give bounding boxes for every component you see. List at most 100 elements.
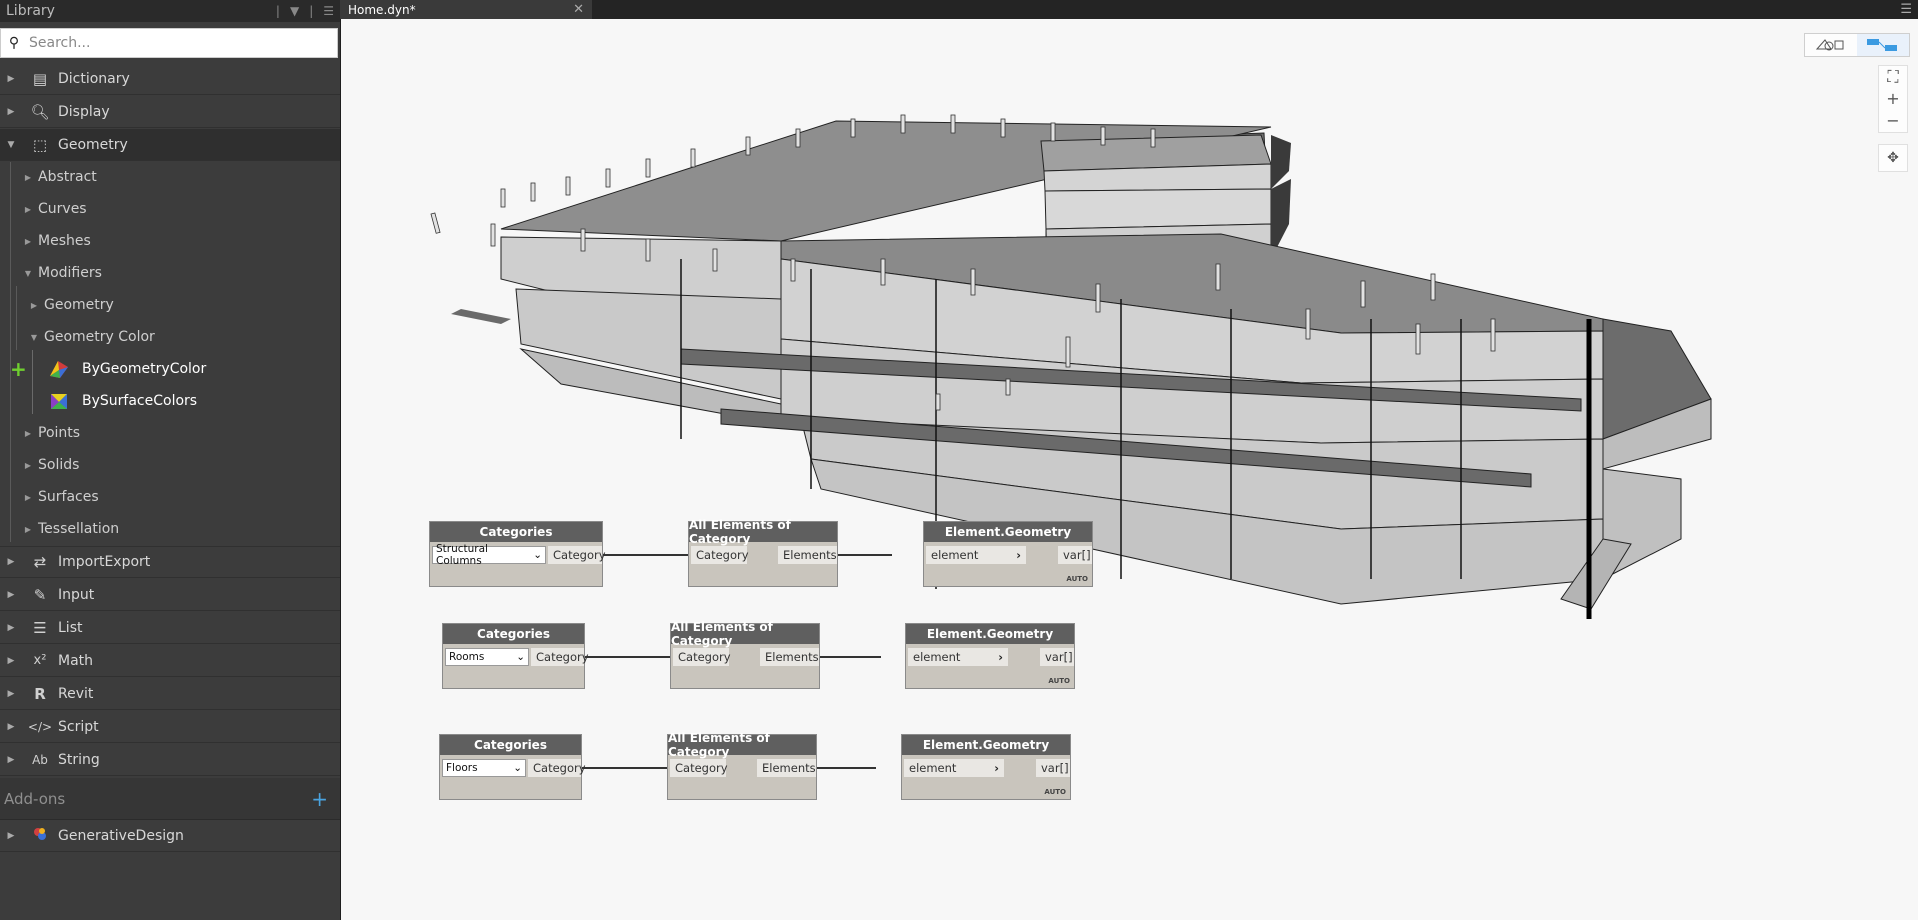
chevron-right-icon: › — [998, 650, 1003, 664]
output-port[interactable]: var[] — [1036, 759, 1070, 777]
workspace-canvas[interactable]: ⛶ + − ✥ Categories Structural Columns ⌄ … — [341, 19, 1918, 920]
expand-arrow-icon: ▶ — [7, 557, 15, 567]
generative-design-icon — [22, 826, 58, 846]
library-item-label: Script — [58, 718, 99, 735]
output-port[interactable]: Elements — [757, 759, 816, 777]
expand-arrow-icon: ▶ — [7, 688, 15, 699]
library-item-dictionary[interactable]: ▶ ▤ Dictionary — [0, 63, 340, 95]
input-port[interactable]: element › — [926, 546, 1026, 564]
add-node-icon[interactable]: + — [10, 357, 27, 381]
library-subitem-geometry-color[interactable]: ▼ Geometry Color — [0, 321, 340, 353]
input-port[interactable]: Category — [673, 648, 731, 666]
port-label: var[] — [1041, 761, 1069, 775]
pan-icon[interactable]: ✥ — [1878, 144, 1908, 172]
script-icon: </> — [27, 719, 53, 734]
expand-arrow-icon: ▶ — [30, 300, 38, 310]
node-title: Categories — [430, 522, 602, 542]
library-item-revit[interactable]: ▶ R Revit — [0, 678, 340, 710]
library-subitem-meshes[interactable]: ▶ Meshes — [0, 225, 340, 257]
port-label: Elements — [762, 761, 816, 775]
output-port[interactable]: Category — [528, 759, 586, 777]
node-all-elements-of-category[interactable]: All Elements of Category Category Elemen… — [670, 620, 820, 689]
output-port[interactable]: Elements — [760, 648, 819, 666]
node-element-geometry[interactable]: Element.Geometry element › var[] AUTO — [901, 734, 1071, 800]
library-subitem-curves[interactable]: ▶ Curves — [0, 193, 340, 225]
node-title: All Elements of Category — [668, 731, 816, 759]
library-node-label: ByGeometryColor — [82, 361, 207, 377]
zoom-out-icon[interactable]: − — [1886, 110, 1899, 132]
input-port[interactable]: element › — [908, 648, 1008, 666]
category-dropdown[interactable]: Floors ⌄ — [442, 759, 526, 777]
dropdown-value: Floors — [446, 762, 478, 774]
output-port[interactable]: var[] — [1058, 546, 1092, 564]
output-port[interactable]: var[] — [1040, 648, 1074, 666]
search-box[interactable]: ⚲ — [0, 28, 338, 58]
library-subitem-label: Tessellation — [38, 521, 120, 537]
input-port[interactable]: Category — [691, 546, 749, 564]
collapse-arrow-icon: ▼ — [24, 268, 32, 278]
menu-icon[interactable]: ☰ — [1900, 2, 1912, 17]
library-item-importexport[interactable]: ▶ ⇄ ImportExport — [0, 546, 340, 578]
port-label: Category — [533, 761, 586, 775]
library-subitem-tessellation[interactable]: ▶ Tessellation — [0, 513, 340, 545]
category-dropdown[interactable]: Rooms ⌄ — [445, 648, 529, 666]
output-port[interactable]: Elements — [778, 546, 837, 564]
zoom-fit-icon[interactable]: ⛶ — [1887, 66, 1898, 88]
input-port[interactable]: Category — [670, 759, 728, 777]
lacing-label: AUTO — [1044, 788, 1066, 796]
node-element-geometry[interactable]: Element.Geometry element › var[] AUTO — [923, 521, 1093, 587]
library-item-label: List — [58, 619, 83, 636]
node-all-elements-of-category[interactable]: All Elements of Category Category Elemen… — [667, 731, 817, 800]
expand-arrow-icon: ▶ — [7, 589, 15, 600]
collapse-arrow-icon: ▼ — [7, 139, 15, 150]
output-port[interactable]: Category — [531, 648, 589, 666]
output-port[interactable]: Category — [548, 546, 606, 564]
port-label: Category — [536, 650, 589, 664]
filter-icon[interactable]: ▼ — [290, 4, 299, 18]
zoom-in-icon[interactable]: + — [1886, 88, 1899, 110]
expand-arrow-icon: ▶ — [24, 428, 32, 438]
library-item-math[interactable]: ▶ x² Math — [0, 645, 340, 677]
library-item-generativedesign[interactable]: ▶ GenerativeDesign — [0, 820, 340, 852]
library-subitem-modifiers[interactable]: ▼ Modifiers — [0, 257, 340, 289]
library-subitem-surfaces[interactable]: ▶ Surfaces — [0, 481, 340, 513]
node-categories[interactable]: Categories Rooms ⌄ Category — [442, 623, 589, 689]
input-port[interactable]: element › — [904, 759, 1004, 777]
category-dropdown[interactable]: Structural Columns ⌄ — [432, 543, 546, 567]
expand-arrow-icon: ▶ — [7, 830, 15, 841]
node-element-geometry[interactable]: Element.Geometry element › var[] AUTO — [905, 623, 1075, 689]
pencil-icon: ✎ — [33, 585, 47, 604]
dropdown-value: Structural Columns — [436, 543, 488, 567]
library-item-display[interactable]: ▶ 🔍︎ Display — [0, 96, 340, 128]
port-label: Elements — [765, 650, 819, 664]
graph-view-button[interactable] — [1857, 34, 1909, 56]
library-item-input[interactable]: ▶ ✎ Input — [0, 579, 340, 611]
dictionary-icon: ▤ — [32, 69, 48, 88]
expand-arrow-icon: ▶ — [24, 236, 32, 246]
layout-icon[interactable]: ☰ — [323, 4, 334, 18]
library-item-string[interactable]: ▶ Ab String — [0, 744, 340, 776]
close-icon[interactable]: ✕ — [573, 2, 584, 17]
collapse-arrow-icon: ▼ — [30, 332, 38, 342]
library-item-script[interactable]: ▶ </> Script — [0, 711, 340, 743]
node-categories[interactable]: Categories Floors ⌄ Category — [439, 734, 586, 800]
geometry-view-button[interactable] — [1805, 34, 1857, 56]
library-item-geometry[interactable]: ▼ ⬚ Geometry — [0, 129, 340, 161]
library-subitem-points[interactable]: ▶ Points — [0, 417, 340, 449]
string-icon: Ab — [32, 752, 48, 767]
add-addon-icon[interactable]: + — [311, 787, 328, 811]
expand-arrow-icon: ▶ — [24, 460, 32, 470]
node-categories[interactable]: Categories Structural Columns ⌄ Category — [429, 521, 606, 587]
library-item-list[interactable]: ▶ ☰ List — [0, 612, 340, 644]
library-node-bygeometrycolor[interactable]: + ByGeometryColor — [0, 353, 340, 385]
search-icon: ⚲ — [8, 35, 20, 51]
chevron-right-icon: › — [994, 761, 999, 775]
library-node-bysurfacecolors[interactable]: BySurfaceColors — [0, 385, 340, 417]
port-label: Category — [553, 548, 606, 562]
library-subitem-abstract[interactable]: ▶ Abstract — [0, 161, 340, 193]
tab-home[interactable]: Home.dyn* ✕ — [340, 0, 592, 19]
node-all-elements-of-category[interactable]: All Elements of Category Category Elemen… — [688, 518, 838, 587]
search-input[interactable] — [27, 34, 321, 52]
library-subitem-modifiers-geometry[interactable]: ▶ Geometry — [0, 289, 340, 321]
library-subitem-solids[interactable]: ▶ Solids — [0, 449, 340, 481]
